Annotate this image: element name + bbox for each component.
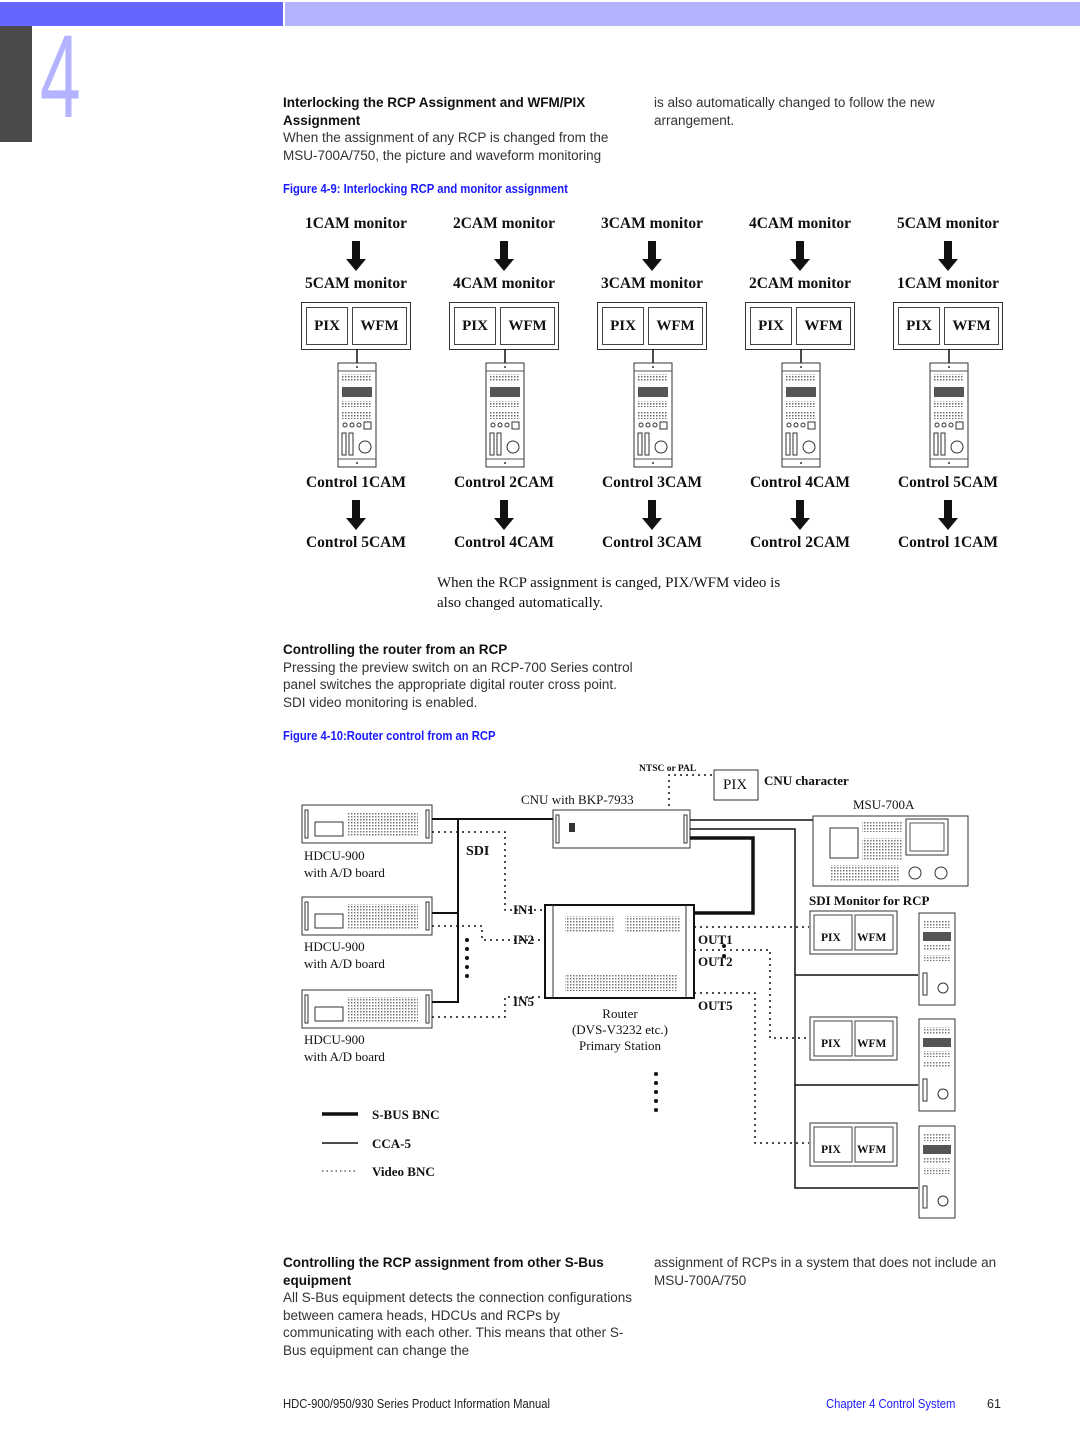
- sdi-monitor-label: SDI Monitor for RCP: [809, 893, 930, 908]
- hdcu-model: HDCU-900: [304, 848, 365, 863]
- hdcu-label: HDCU-900 with A/D board: [304, 1031, 385, 1065]
- monitor-pix-label: PIX: [821, 1144, 841, 1156]
- monitor-wfm-label: WFM: [857, 1144, 887, 1156]
- cnu-unit: [552, 809, 691, 849]
- legend-label: Video BNC: [372, 1164, 435, 1179]
- router-label: Router (DVS-V3232 etc.) Primary Station: [545, 1006, 695, 1054]
- msu-700a-unit: [812, 815, 969, 887]
- hdcu-unit: [301, 896, 433, 936]
- manual-title: HDC-900/950/930 Series Product Informati…: [283, 1397, 551, 1411]
- monitor-wfm-label: WFM: [857, 932, 887, 944]
- cnu-character-label: CNU character: [764, 773, 849, 788]
- input-label: IN1: [513, 902, 534, 917]
- figure-4-10-diagram: [301, 769, 969, 1219]
- hdcu-option: with A/D board: [304, 956, 385, 971]
- hdcu-model: HDCU-900: [304, 1032, 365, 1047]
- legend-label: S-BUS BNC: [372, 1107, 440, 1122]
- router-unit: [544, 904, 695, 999]
- hdcu-label: HDCU-900 with A/D board: [304, 847, 385, 881]
- hdcu-option: with A/D board: [304, 1049, 385, 1064]
- output-label: OUT5: [698, 998, 733, 1013]
- router-type: Router: [602, 1006, 638, 1021]
- input-label: IN5: [513, 994, 534, 1009]
- output-label: OUT1: [698, 932, 733, 947]
- hdcu-model: HDCU-900: [304, 939, 365, 954]
- rcp-panel-icon: [918, 1018, 956, 1112]
- monitor-wfm-label: WFM: [857, 1038, 887, 1050]
- monitor-pix-label: PIX: [821, 1038, 841, 1050]
- rcp-panel-icon: [918, 912, 956, 1006]
- section-sbus-assignment: Controlling the RCP assignment from othe…: [283, 1254, 643, 1359]
- router-location: Primary Station: [579, 1038, 661, 1053]
- section-sbus-assignment-continued: assignment of RCPs in a system that does…: [654, 1255, 997, 1288]
- hdcu-unit: [301, 989, 433, 1029]
- hdcu-unit: [301, 804, 433, 844]
- chapter-link[interactable]: Chapter 4 Control System: [826, 1397, 955, 1411]
- hdcu-option: with A/D board: [304, 865, 385, 880]
- pix-box-label: PIX: [723, 777, 748, 793]
- output-label: OUT2: [698, 954, 733, 969]
- ntsc-pal-label: NTSC or PAL: [639, 764, 697, 774]
- hdcu-label: HDCU-900 with A/D board: [304, 938, 385, 972]
- monitor-pix-label: PIX: [821, 932, 841, 944]
- sdi-label: SDI: [466, 844, 490, 859]
- page-number: 61: [987, 1397, 1001, 1411]
- input-label: IN2: [513, 932, 534, 947]
- router-model: (DVS-V3232 etc.): [571, 1022, 669, 1037]
- legend-label: CCA-5: [372, 1136, 411, 1151]
- section-heading: Controlling the RCP assignment from othe…: [283, 1255, 604, 1288]
- msu-label: MSU-700A: [853, 797, 915, 812]
- cnu-label: CNU with BKP-7933: [521, 792, 634, 807]
- section-body: All S-Bus equipment detects the connecti…: [283, 1290, 632, 1358]
- rcp-panel-icon: [918, 1125, 956, 1219]
